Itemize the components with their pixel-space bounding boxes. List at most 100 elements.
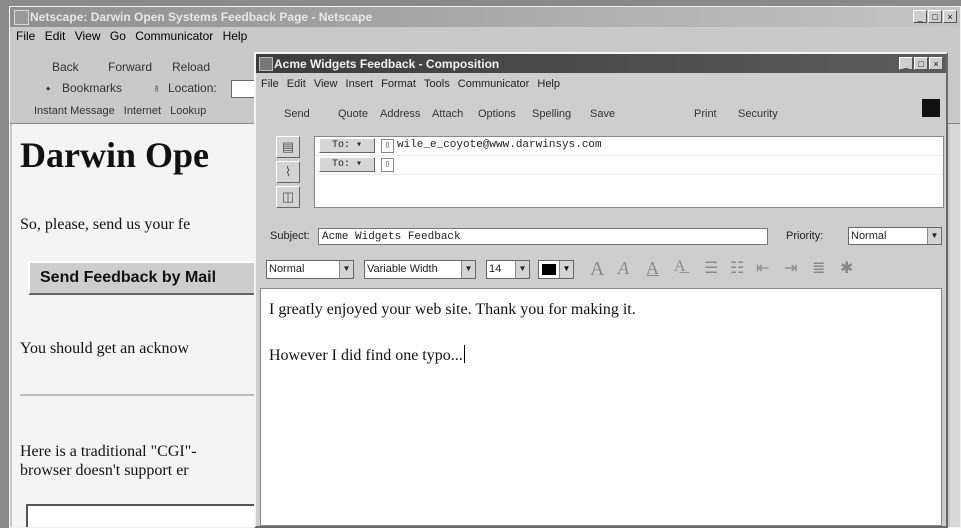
netscape-logo-icon [922, 99, 940, 117]
menu-format[interactable]: Format [381, 78, 416, 90]
address-tab-icon[interactable]: ▤ [276, 136, 300, 158]
body-line-typing: However I did find one typo... [269, 345, 465, 365]
italic-icon[interactable]: A [618, 258, 629, 279]
send-feedback-button[interactable]: Send Feedback by Mail [28, 261, 268, 295]
format-toolbar: Normal ▼ Variable Width ▼ 14 ▼ ▼ A A A A… [256, 257, 946, 283]
attach-button[interactable]: Attach [432, 108, 463, 120]
subject-label: Subject: [270, 230, 310, 242]
internet-button[interactable]: Internet [124, 105, 161, 117]
page-paragraph: You should get an acknow [20, 340, 190, 357]
chevron-down-icon[interactable]: ▼ [515, 261, 529, 278]
page-title: Darwin Ope [20, 135, 209, 175]
back-button[interactable]: Back [52, 60, 79, 74]
browser-title: Netscape: Darwin Open Systems Feedback P… [30, 10, 373, 24]
numbered-list-icon[interactable]: ☷ [730, 258, 744, 278]
bookmarks-icon[interactable]: ⬩ [46, 81, 50, 96]
bookmarks-button[interactable]: Bookmarks [62, 81, 122, 95]
chevron-down-icon[interactable]: ▼ [559, 261, 573, 278]
recipient-input[interactable]: wile_e_coyote@www.darwinsys.com [397, 139, 602, 151]
menu-help[interactable]: Help [537, 78, 560, 90]
menu-go[interactable]: Go [110, 29, 126, 43]
browser-titlebar[interactable]: Netscape: Darwin Open Systems Feedback P… [10, 7, 960, 27]
menu-tools[interactable]: Tools [424, 78, 450, 90]
menu-view[interactable]: View [314, 78, 338, 90]
menu-edit[interactable]: Edit [287, 78, 306, 90]
font-select[interactable]: Variable Width ▼ [364, 260, 476, 279]
text-color-select[interactable]: ▼ [538, 260, 574, 279]
close-icon[interactable]: × [943, 10, 957, 23]
bullet-list-icon[interactable]: ☰ [704, 258, 718, 278]
compose-menubar: File Edit View Insert Format Tools Commu… [256, 75, 946, 92]
menu-file[interactable]: File [16, 29, 35, 43]
to-label: To: [331, 159, 350, 170]
chevron-down-icon[interactable]: ▼ [339, 261, 353, 278]
priority-value: Normal [851, 230, 887, 242]
body-line: I greatly enjoyed your web site. Thank y… [269, 301, 636, 318]
minimize-icon[interactable]: _ [899, 57, 913, 70]
menu-communicator[interactable]: Communicator [135, 29, 213, 43]
to-dropdown[interactable]: To: ▾ [319, 138, 375, 153]
priority-select[interactable]: Normal ▼ [848, 227, 942, 245]
chevron-down-icon[interactable]: ▼ [461, 261, 475, 278]
body-line: However I did find one typo... [269, 347, 463, 364]
priority-label: Priority: [786, 230, 824, 242]
chevron-down-icon[interactable]: ▼ [927, 228, 941, 244]
compose-toolbar: Send Quote Address Attach Options Spelli… [256, 94, 946, 124]
recipient-row: To: ▾ ▯ [315, 156, 943, 175]
underline-icon[interactable]: A [646, 258, 659, 279]
security-button[interactable]: Security [738, 108, 778, 120]
divider [20, 394, 268, 396]
paragraph-line: Here is a traditional "CGI"- [20, 443, 197, 460]
address-card-icon: ▯ [381, 158, 394, 172]
options-button[interactable]: Options [478, 108, 516, 120]
attachments-tab-icon[interactable]: ⌇ [276, 161, 300, 183]
alignment-icon[interactable]: ≣ [812, 258, 825, 278]
paragraph-style-select[interactable]: Normal ▼ [266, 260, 354, 279]
compose-title: Acme Widgets Feedback - Composition [274, 57, 500, 71]
address-button[interactable]: Address [380, 108, 420, 120]
to-dropdown[interactable]: To: ▾ [319, 157, 375, 172]
page-paragraph: So, please, send us your fe [20, 216, 191, 233]
page-paragraph: Here is a traditional "CGI"- browser doe… [20, 442, 197, 480]
subject-row: Subject: Acme Widgets Feedback Priority:… [256, 226, 946, 248]
print-button[interactable]: Print [694, 108, 717, 120]
send-button[interactable]: Send [284, 108, 310, 120]
instant-message-button[interactable]: Instant Message [34, 105, 115, 117]
compose-window-icon [259, 57, 273, 71]
increase-indent-icon[interactable]: ⇥ [784, 258, 797, 278]
font-size-value: 14 [489, 263, 502, 275]
clear-styles-icon[interactable]: A͟ [674, 258, 686, 276]
message-body[interactable]: I greatly enjoyed your web site. Thank y… [260, 288, 942, 526]
maximize-icon[interactable]: □ [914, 57, 928, 70]
font-larger-icon[interactable]: A [590, 258, 604, 281]
location-label: Location: [168, 81, 217, 95]
menu-edit[interactable]: Edit [45, 29, 66, 43]
browser-scrollbar[interactable] [950, 124, 960, 527]
menu-view[interactable]: View [75, 29, 101, 43]
menu-insert[interactable]: Insert [346, 78, 374, 90]
quote-button[interactable]: Quote [338, 108, 368, 120]
insert-object-icon[interactable]: ✱ [840, 258, 853, 278]
compose-titlebar[interactable]: Acme Widgets Feedback - Composition _ □ … [256, 54, 946, 73]
font-size-select[interactable]: 14 ▼ [486, 260, 530, 279]
address-card-icon: ▯ [381, 139, 394, 153]
subject-input[interactable]: Acme Widgets Feedback [318, 228, 768, 245]
minimize-icon[interactable]: _ [913, 10, 927, 23]
recipient-list: To: ▾ ▯ wile_e_coyote@www.darwinsys.com … [314, 136, 944, 208]
paragraph-line: browser doesn't support er [20, 462, 189, 479]
options-tab-icon[interactable]: ◫ [276, 186, 300, 208]
menu-file[interactable]: File [261, 78, 279, 90]
spelling-button[interactable]: Spelling [532, 108, 571, 120]
decrease-indent-icon[interactable]: ⇤ [756, 258, 769, 278]
menu-communicator[interactable]: Communicator [458, 78, 530, 90]
feedback-textarea[interactable] [26, 504, 276, 527]
browser-menubar: File Edit View Go Communicator Help [10, 27, 960, 45]
lookup-button[interactable]: Lookup [170, 105, 206, 117]
reload-button[interactable]: Reload [172, 60, 210, 74]
menu-help[interactable]: Help [223, 29, 248, 43]
close-icon[interactable]: × [929, 57, 943, 70]
maximize-icon[interactable]: □ [928, 10, 942, 23]
save-button[interactable]: Save [590, 108, 615, 120]
browser-page-content: Darwin Ope So, please, send us your fe S… [12, 124, 276, 527]
forward-button[interactable]: Forward [108, 60, 152, 74]
